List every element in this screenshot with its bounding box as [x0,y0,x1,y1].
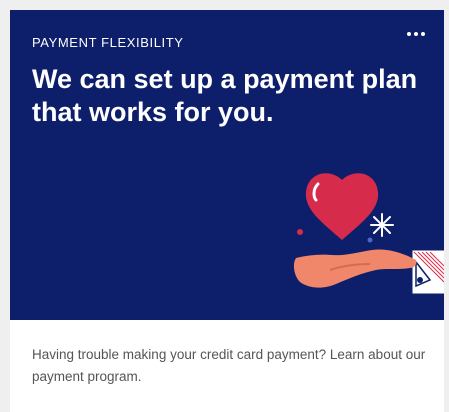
page-background: PAYMENT FLEXIBILITY We can set up a paym… [0,0,449,412]
accent-dot [367,237,373,243]
more-dot [421,32,425,36]
card-graphic [411,249,444,295]
card-headline: We can set up a payment plan that works … [32,64,418,127]
more-options-button[interactable] [402,24,430,44]
heart-in-hand-illustration [293,173,444,295]
payment-flexibility-card[interactable]: PAYMENT FLEXIBILITY We can set up a paym… [10,10,444,412]
heart-graphic [305,173,379,240]
more-horizontal-icon [407,32,411,36]
card-description-link[interactable]: Having trouble making your credit card p… [32,344,427,388]
more-dot [414,32,418,36]
card-eyebrow: PAYMENT FLEXIBILITY [32,35,184,50]
hand-graphic [293,249,417,288]
hero-banner: PAYMENT FLEXIBILITY We can set up a paym… [10,10,444,320]
accent-dot [297,229,303,235]
sparkle-icon [370,213,394,237]
